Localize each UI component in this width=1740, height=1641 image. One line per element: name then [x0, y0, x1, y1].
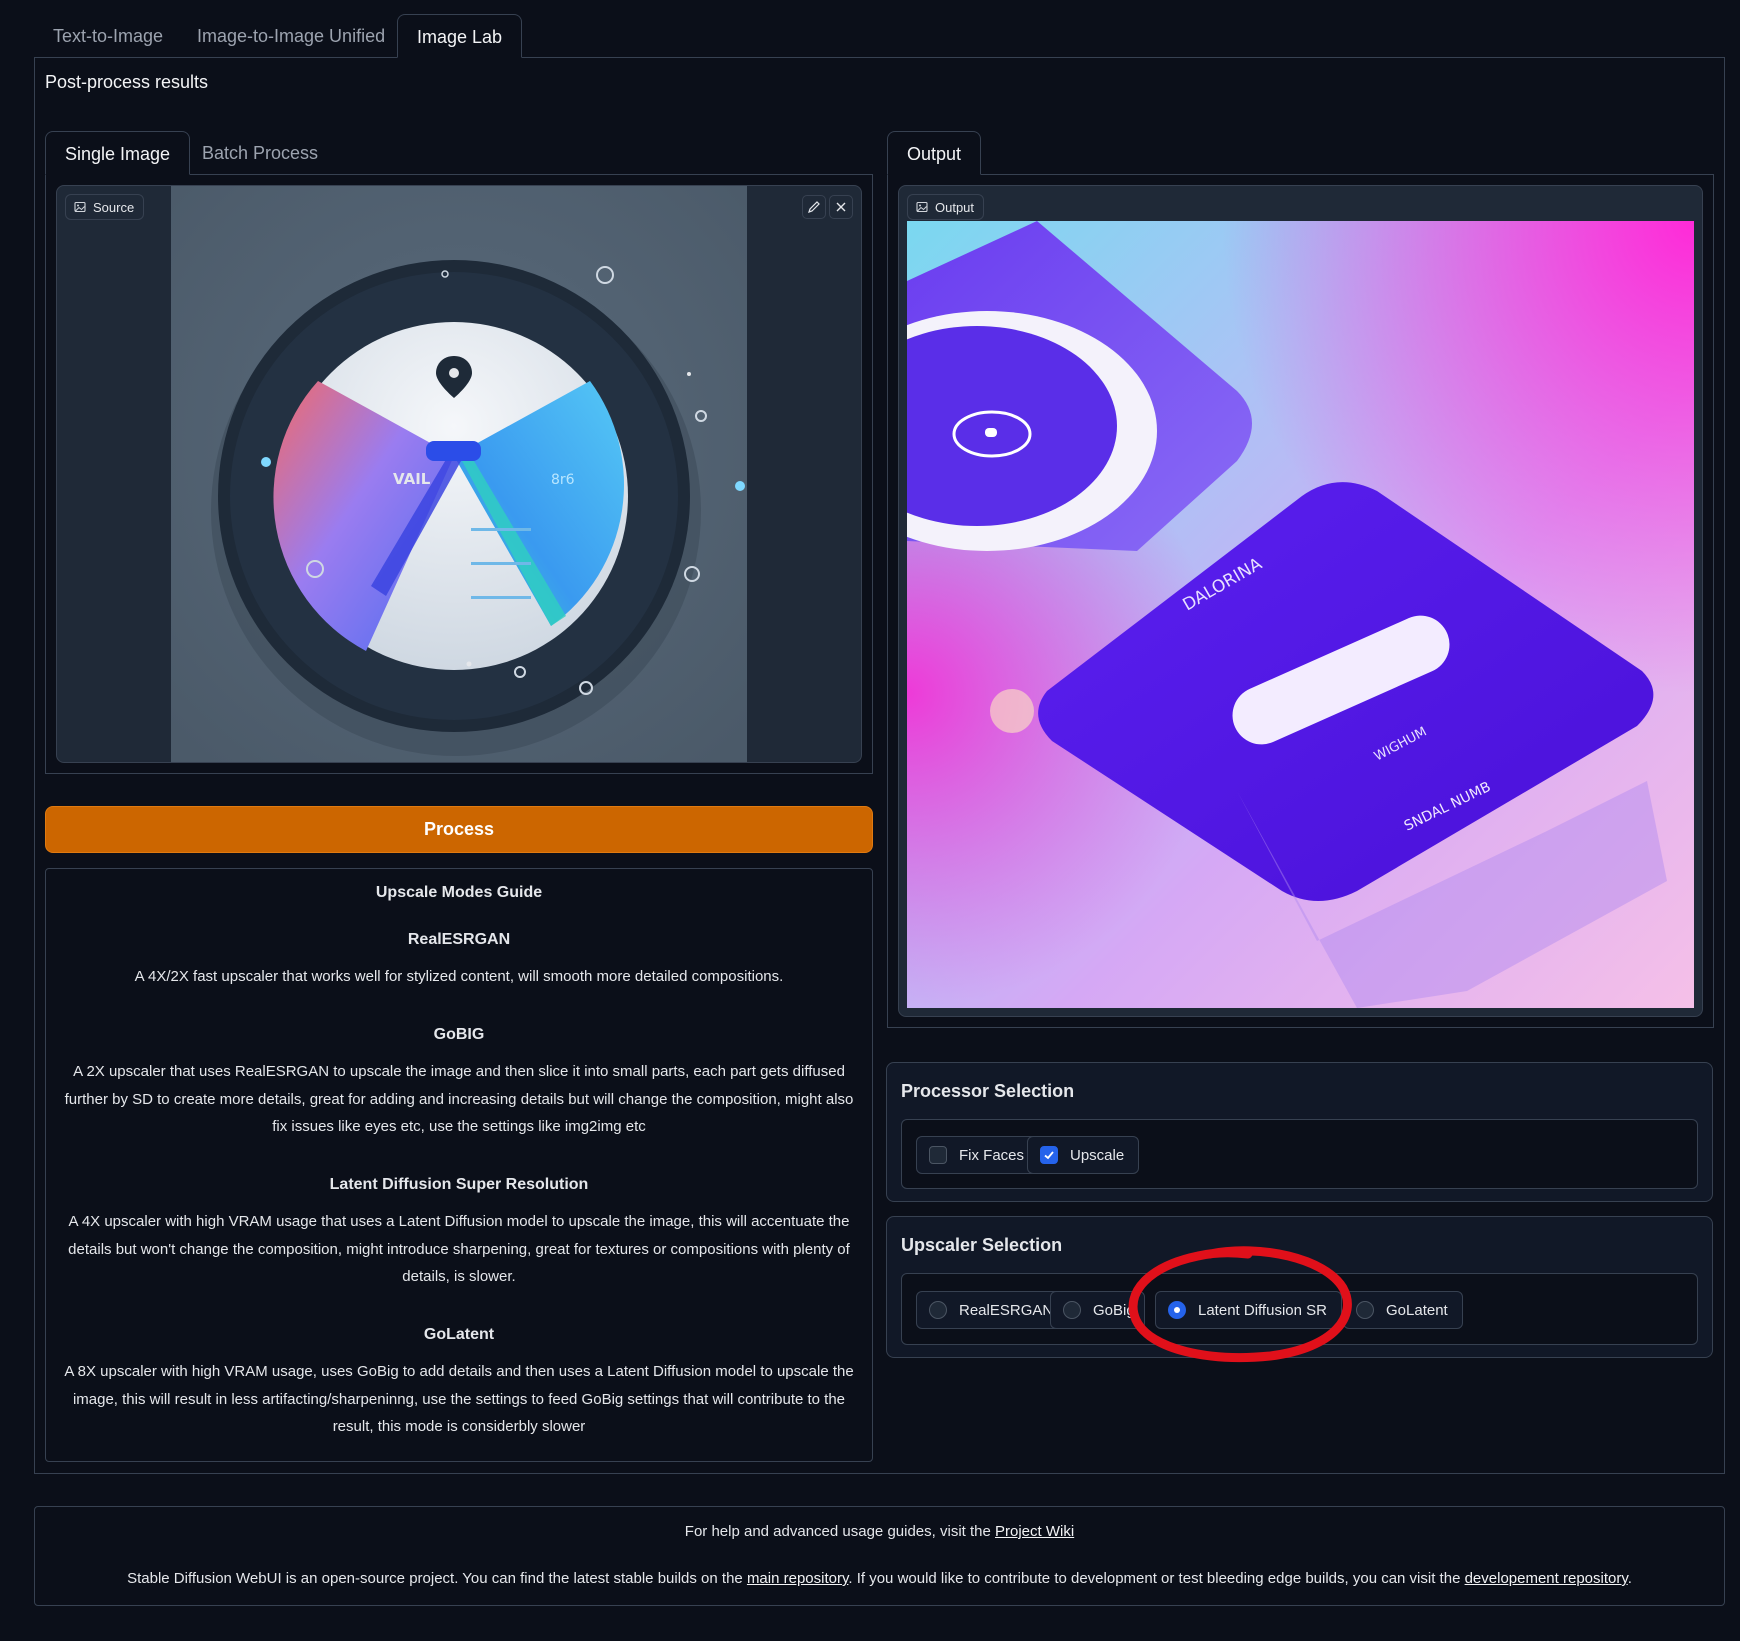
output-image: DALORINA WIGHUM SNDAL NUMB [907, 221, 1694, 1008]
guide-golatent-text: A 8X upscaler with high VRAM usage, uses… [64, 1363, 854, 1435]
guide-gobig-text: A 2X upscaler that uses RealESRGAN to up… [64, 1063, 854, 1135]
source-label: Source [65, 194, 145, 220]
guide-title: Upscale Modes Guide [375, 884, 543, 901]
fix-faces-checkbox[interactable]: Fix Faces [916, 1136, 1040, 1174]
output-label: Output [907, 194, 985, 220]
footer-line-1: For help and advanced usage guides, visi… [35, 1523, 1724, 1540]
guide-ldsr-text: A 4X upscaler with high VRAM usage that … [68, 1213, 850, 1285]
footer-line-1-text: For help and advanced usage guides, visi… [684, 1523, 995, 1540]
checkbox-checked-icon[interactable] [1040, 1146, 1058, 1164]
upscale-label: Upscale [1070, 1146, 1125, 1164]
guide-realesrgan-text: A 4X/2X fast upscaler that works well fo… [134, 968, 784, 985]
source-image-block[interactable]: Source VAIL 8r6 [56, 185, 862, 763]
source-label-text: Source [93, 199, 135, 215]
close-icon[interactable] [829, 195, 853, 219]
guide-gobig-title: GoBIG [433, 1026, 485, 1043]
development-repository-link[interactable]: developement repository [1465, 1570, 1628, 1587]
radio-unselected[interactable] [929, 1301, 947, 1319]
fix-faces-label: Fix Faces [959, 1146, 1025, 1164]
footer-line-2-text-b: . If you would like to contribute to dev… [848, 1570, 1465, 1587]
checkbox-unchecked[interactable] [929, 1146, 947, 1164]
tab-image-to-image-unified[interactable]: Image-to-Image Unified [178, 14, 404, 58]
tab-output[interactable]: Output [887, 131, 982, 175]
image-icon [74, 201, 86, 213]
edit-icon[interactable] [802, 195, 826, 219]
footer-line-2: Stable Diffusion WebUI is an open-source… [35, 1570, 1724, 1587]
footer: For help and advanced usage guides, visi… [34, 1506, 1725, 1606]
project-wiki-link[interactable]: Project Wiki [995, 1523, 1074, 1540]
footer-line-2-text-a: Stable Diffusion WebUI is an open-source… [127, 1570, 747, 1587]
tab-image-lab[interactable]: Image Lab [397, 14, 523, 58]
guide-golatent-title: GoLatent [423, 1326, 495, 1343]
golatent-label: GoLatent [1386, 1301, 1448, 1319]
processor-options-box: Fix Faces Upscale [901, 1119, 1698, 1189]
guide-ldsr-title: Latent Diffusion Super Resolution [329, 1176, 589, 1193]
realesrgan-label: RealESRGAN [959, 1301, 1054, 1319]
radio-unselected[interactable] [1063, 1301, 1081, 1319]
radio-realesrgan[interactable]: RealESRGAN [916, 1291, 1069, 1329]
radio-golatent[interactable]: GoLatent [1343, 1291, 1463, 1329]
upscale-modes-guide: Upscale Modes Guide RealESRGAN A 4X/2X f… [45, 868, 873, 1462]
output-label-text: Output [935, 199, 975, 215]
main-repository-link[interactable]: main repository [747, 1570, 848, 1587]
process-button[interactable]: Process [45, 806, 873, 853]
tab-single-image[interactable]: Single Image [45, 131, 191, 175]
guide-realesrgan-title: RealESRGAN [407, 931, 511, 948]
source-image: VAIL 8r6 [171, 186, 747, 762]
processor-selection-title: Processor Selection [901, 1081, 1075, 1101]
upscaler-selection-title: Upscaler Selection [901, 1235, 1063, 1255]
upscale-checkbox[interactable]: Upscale [1027, 1136, 1140, 1174]
svg-text:8r6: 8r6 [551, 472, 575, 488]
output-image-block: Output DALORINA WIGHUM SNDAL NUMB [898, 185, 1703, 1017]
image-icon [916, 201, 928, 213]
annotation-circle [1128, 1246, 1352, 1362]
footer-line-2-text-c: . [1627, 1570, 1632, 1587]
tab-batch-process[interactable]: Batch Process [183, 131, 337, 175]
processor-selection-group: Processor Selection Fix Faces Upscale [886, 1062, 1713, 1202]
svg-text:VAIL: VAIL [393, 470, 431, 488]
tab-text-to-image[interactable]: Text-to-Image [34, 14, 182, 58]
section-title: Post-process results [45, 72, 209, 92]
